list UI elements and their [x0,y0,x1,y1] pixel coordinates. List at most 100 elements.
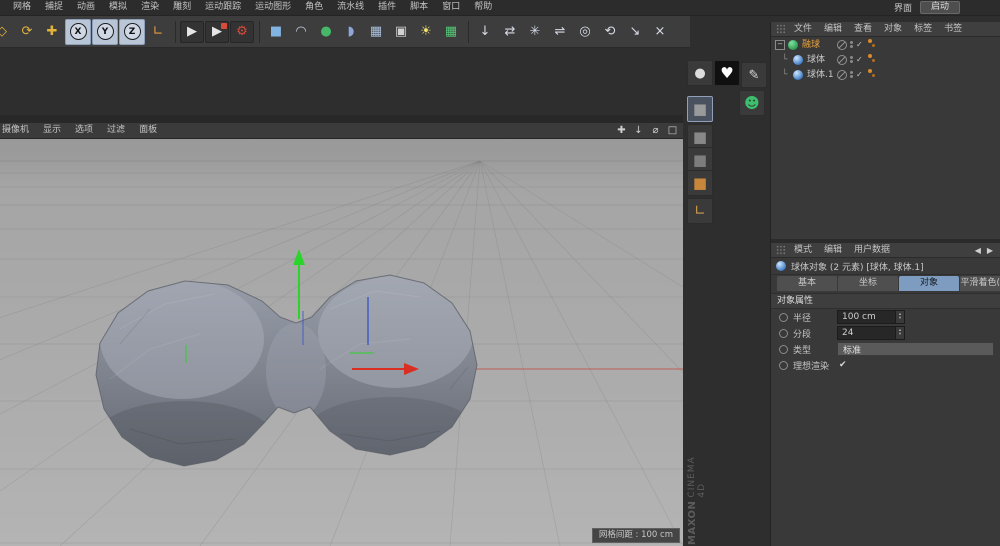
menu-item-10[interactable]: 插件 [371,0,403,15]
enabled-check-icon[interactable]: ✓ [856,55,863,64]
tag-dots-icon[interactable] [868,69,875,77]
spline-effector-icon[interactable]: ⟲ [598,20,622,44]
layer-circle-icon[interactable] [837,70,847,80]
layout-dropdown[interactable]: 启动 [920,1,960,14]
field-checkbox[interactable]: ✔ [839,360,847,370]
light-icon[interactable]: ☀ [414,20,438,44]
menu-item-0[interactable]: 网格 [6,0,38,15]
field-input[interactable]: 24▴▾ [837,326,905,340]
menu-item-7[interactable]: 运动图形 [248,0,298,15]
tab-对象[interactable]: 对象 [899,276,959,291]
menu-item-1[interactable]: 捕捉 [38,0,70,15]
formula-effector-icon[interactable]: × [648,20,672,44]
object-row-球体[interactable]: └球体✓ [771,52,1000,67]
menu-item-2[interactable]: 动画 [70,0,102,15]
attr-menu-0[interactable]: 模式 [788,243,818,258]
expand-toggle-icon[interactable]: − [775,40,785,50]
viewport-menu-4[interactable]: 面板 [132,123,164,138]
field-dropdown[interactable]: 标准 [837,342,994,356]
x-axis-lock[interactable]: X [65,19,91,45]
tab-平滑着色(Phong)[interactable]: 平滑着色(Phong) [960,276,1000,291]
camera-icon[interactable]: ▣ [389,20,413,44]
keyframe-circle-icon[interactable] [779,313,788,322]
plain-effector-icon[interactable]: ↓ [473,20,497,44]
delay-effector-icon[interactable]: ↘ [623,20,647,44]
shader-effector-icon[interactable]: ✳ [523,20,547,44]
z-axis-lock[interactable]: Z [119,19,145,45]
viewport-menu-0[interactable]: 摄像机 [0,123,36,138]
object-name[interactable]: 球体 [807,53,825,67]
rotate-view-icon[interactable]: ⌀ [649,125,662,136]
enabled-check-icon[interactable]: ✓ [856,40,863,49]
attr-menu-2[interactable]: 用户数据 [848,243,896,258]
menu-item-9[interactable]: 流水线 [330,0,371,15]
spline-pen-icon[interactable]: ◠ [289,20,313,44]
make-editable-icon[interactable]: ● [687,60,713,86]
array-grid-icon[interactable]: ▦ [439,20,463,44]
om-menu-0[interactable]: 文件 [788,22,818,37]
viewport-menu-2[interactable]: 选项 [68,123,100,138]
polygons-mode-icon[interactable]: ■ [687,170,713,196]
move-tool-icon[interactable]: ✚ [40,20,64,44]
field-input[interactable]: 100 cm▴▾ [837,310,905,324]
om-menu-4[interactable]: 标签 [908,22,938,37]
panel-grip-icon[interactable] [776,24,786,34]
menu-item-11[interactable]: 脚本 [403,0,435,15]
zoom-view-icon[interactable]: ↓ [632,125,645,136]
menu-item-3[interactable]: 模拟 [102,0,134,15]
viewport-menu-3[interactable]: 过滤 [100,123,132,138]
om-menu-5[interactable]: 书签 [938,22,968,37]
tab-坐标[interactable]: 坐标 [838,276,898,291]
menu-item-6[interactable]: 运动跟踪 [198,0,248,15]
menu-item-4[interactable]: 渲染 [134,0,166,15]
history-back-icon[interactable]: ◀ [975,246,981,255]
subdivision-surface-icon[interactable]: ● [314,20,338,44]
step-effector-icon[interactable]: ⇌ [548,20,572,44]
enable-axis-icon[interactable]: ∟ [687,198,713,224]
y-axis-lock[interactable]: Y [92,19,118,45]
toggle-view-icon[interactable]: □ [666,125,679,136]
om-menu-2[interactable]: 查看 [848,22,878,37]
panel-grip-icon[interactable] [776,245,786,255]
random-effector-icon[interactable]: ⇄ [498,20,522,44]
enabled-check-icon[interactable]: ✓ [856,70,863,79]
render-picture-viewer-icon[interactable]: ▶ [205,21,229,43]
cube-primitive-icon[interactable]: ■ [264,20,288,44]
object-row-球体.1[interactable]: └球体.1✓ [771,67,1000,82]
tab-基本[interactable]: 基本 [777,276,837,291]
viewport-canvas[interactable]: 网格间距 : 100 cm [0,139,683,546]
visibility-dots-icon[interactable] [850,41,853,48]
floor-icon[interactable]: ▦ [364,20,388,44]
menu-item-12[interactable]: 窗口 [435,0,467,15]
keyframe-circle-icon[interactable] [779,329,788,338]
pan-view-icon[interactable]: ✚ [615,125,628,136]
generator-icon[interactable]: ◗ [339,20,363,44]
stepper-icon[interactable]: ▴▾ [895,311,904,323]
layer-circle-icon[interactable] [837,55,847,65]
menu-item-8[interactable]: 角色 [298,0,330,15]
layer-circle-icon[interactable] [837,40,847,50]
menu-item-5[interactable]: 雕刻 [166,0,198,15]
axis-pencil-icon[interactable]: ✎ [741,62,767,88]
om-menu-1[interactable]: 编辑 [818,22,848,37]
om-menu-3[interactable]: 对象 [878,22,908,37]
stepper-icon[interactable]: ▴▾ [895,327,904,339]
menu-item-13[interactable]: 帮助 [467,0,499,15]
target-effector-icon[interactable]: ◎ [573,20,597,44]
favorites-heart-icon[interactable]: ♥ [714,60,740,86]
render-settings-icon[interactable]: ⚙ [230,21,254,43]
object-name[interactable]: 球体.1 [807,68,834,82]
render-view-icon[interactable]: ▶ [180,21,204,43]
keyframe-circle-icon[interactable] [779,361,788,370]
rotate-tool-icon[interactable]: ⟳ [15,20,39,44]
metaball-object[interactable] [90,269,485,481]
visibility-dots-icon[interactable] [850,56,853,63]
attr-menu-1[interactable]: 编辑 [818,243,848,258]
history-forward-icon[interactable]: ▶ [987,246,993,255]
character-icon[interactable]: ☻ [739,90,765,116]
model-mode-icon[interactable]: ■ [687,96,713,122]
keyframe-circle-icon[interactable] [779,345,788,354]
object-row-融球[interactable]: −融球✓ [771,37,1000,52]
coordinate-system-icon[interactable]: ∟ [146,20,170,44]
tag-dots-icon[interactable] [868,39,875,47]
